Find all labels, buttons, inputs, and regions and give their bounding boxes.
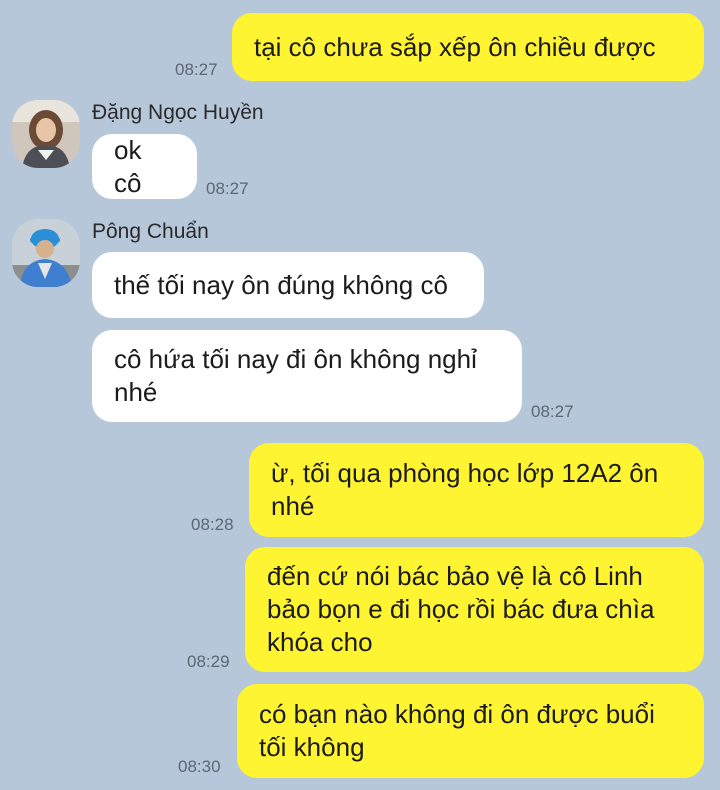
message-text: cô hứa tối nay đi ôn không nghỉ nhé (114, 344, 477, 407)
message-timestamp: 08:28 (191, 515, 234, 534)
message-timestamp: 08:30 (178, 757, 221, 776)
message-text: ừ, tối qua phòng học lớp 12A2 ôn nhé (271, 458, 659, 521)
outgoing-message-bubble[interactable]: có bạn nào không đi ôn được buổi tối khô… (237, 684, 704, 778)
message-text: ok cô (114, 134, 142, 198)
message-text: tại cô chưa sắp xếp ôn chiều được (254, 31, 656, 62)
profile-photo-icon (12, 100, 80, 168)
message-timestamp: 08:27 (531, 402, 574, 421)
incoming-message-bubble[interactable]: cô hứa tối nay đi ôn không nghỉ nhé (92, 330, 522, 422)
message-text: đến cứ nói bác bảo vệ là cô Linh bảo bọn… (267, 561, 655, 657)
outgoing-message-bubble[interactable]: đến cứ nói bác bảo vệ là cô Linh bảo bọn… (245, 547, 704, 672)
outgoing-message-bubble[interactable]: ừ, tối qua phòng học lớp 12A2 ôn nhé (249, 443, 704, 537)
incoming-message-bubble[interactable]: thế tối nay ôn đúng không cô (92, 252, 484, 318)
avatar[interactable] (12, 100, 80, 168)
message-text: thế tối nay ôn đúng không cô (114, 269, 448, 300)
incoming-message-bubble[interactable]: ok cô (92, 134, 197, 199)
message-timestamp: 08:29 (187, 652, 230, 671)
profile-photo-icon (12, 219, 80, 287)
outgoing-message-bubble[interactable]: tại cô chưa sắp xếp ôn chiều được (232, 13, 704, 81)
sender-name: Pông Chuẩn (92, 220, 209, 243)
message-text: có bạn nào không đi ôn được buổi tối khô… (259, 699, 655, 762)
sender-name: Đặng Ngọc Huyền (92, 101, 264, 124)
message-timestamp: 08:27 (206, 179, 249, 198)
message-timestamp: 08:27 (175, 60, 218, 79)
avatar[interactable] (12, 219, 80, 287)
